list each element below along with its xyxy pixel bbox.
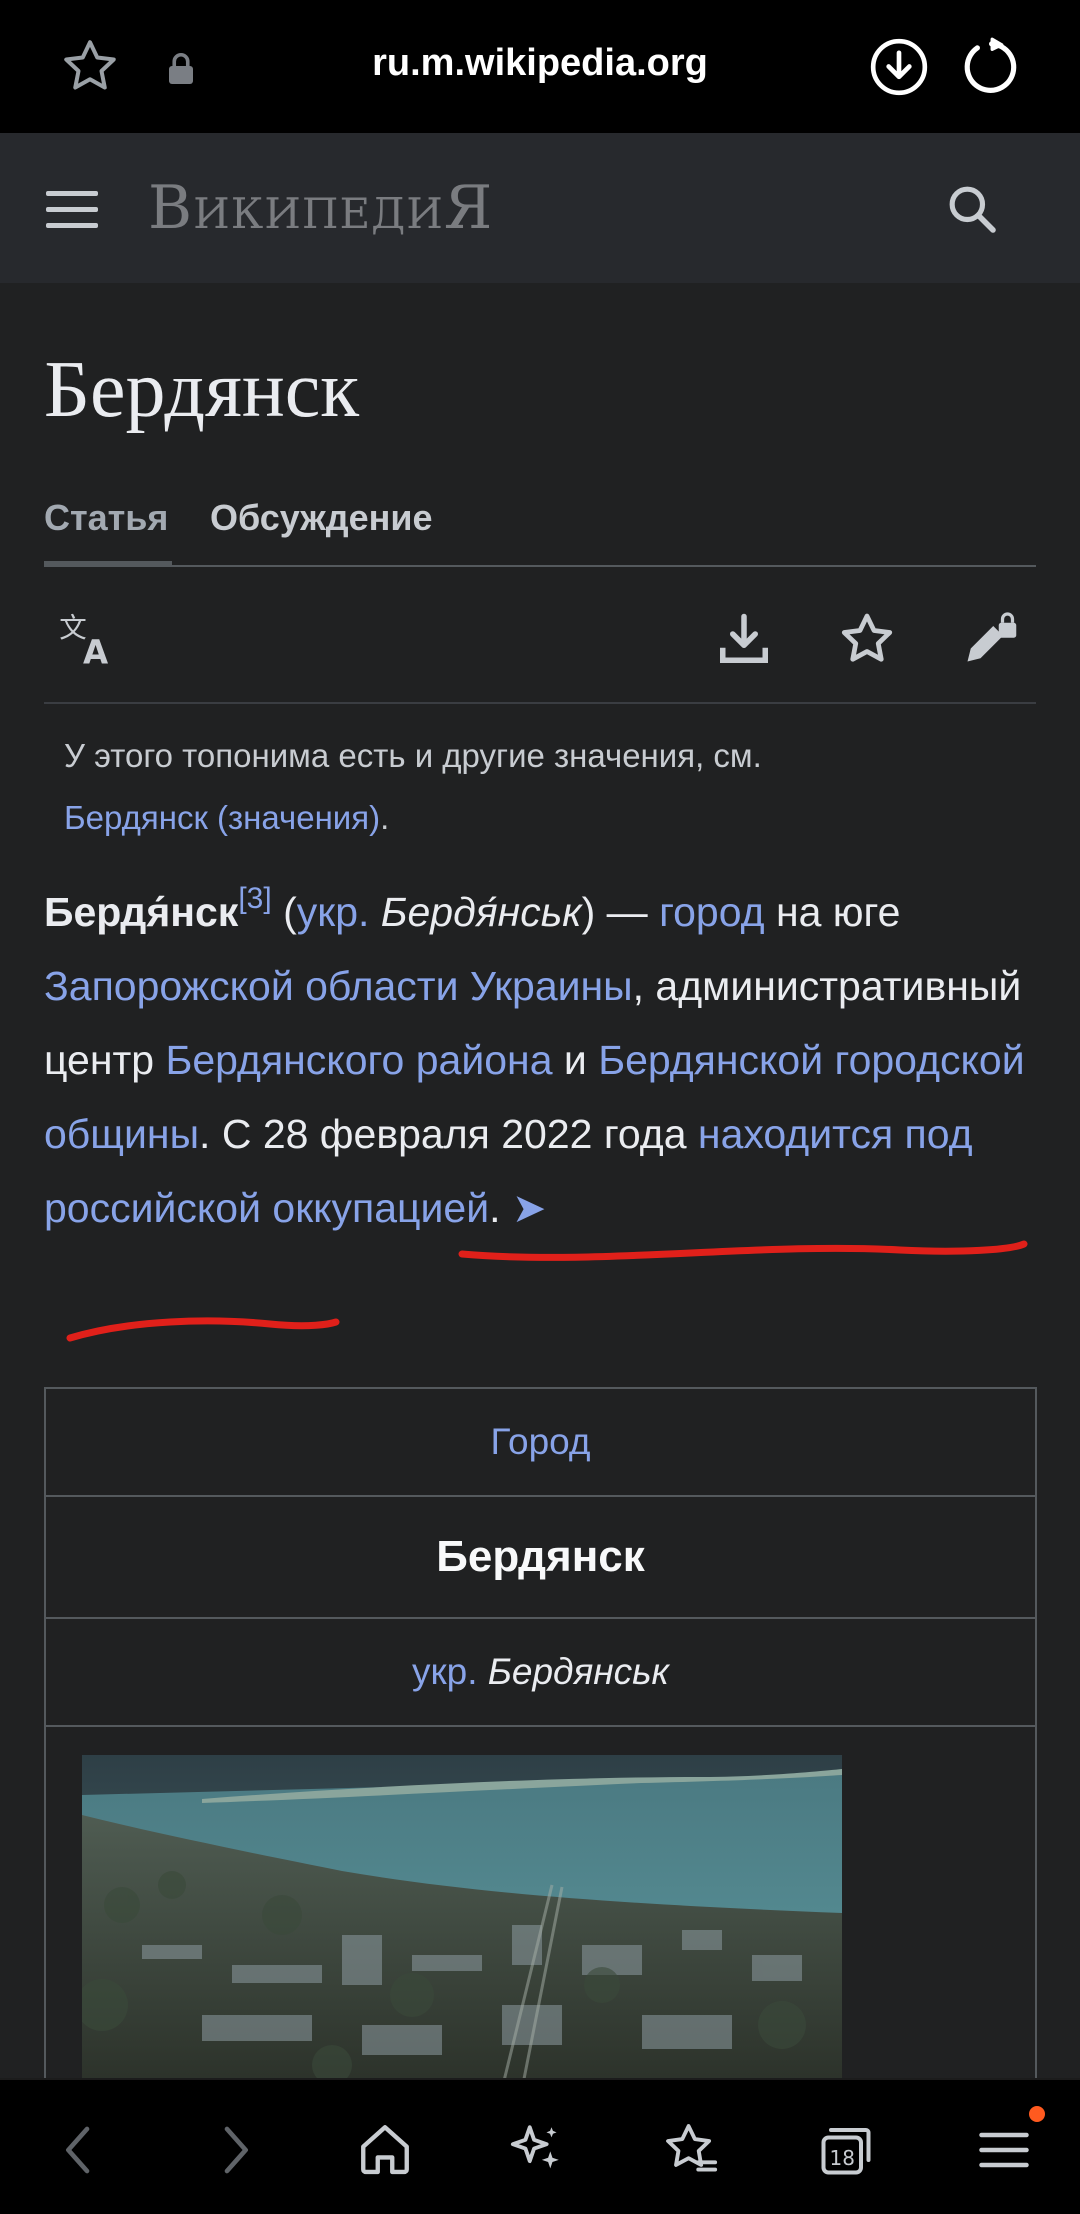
ukrainian-name: Бердя́нськ	[369, 889, 582, 935]
hatnote-text: У этого топонима есть и другие значения,…	[64, 737, 762, 774]
reference-link[interactable]: [3]	[238, 882, 271, 915]
city-link[interactable]: город	[659, 889, 764, 935]
red-underline-annotation	[66, 1240, 1028, 1342]
tabs-icon[interactable]: 18	[816, 2120, 876, 2185]
lead-paragraph: Бердя́нск[3] (укр. Бердя́нськ) — город н…	[44, 875, 1044, 1245]
infobox: Город Бердянск укр. Бердянськ	[44, 1387, 1037, 2089]
infobox-ukr-link[interactable]: укр.	[412, 1651, 478, 1692]
forward-icon[interactable]	[206, 2120, 262, 2185]
menu-more-icon[interactable]	[974, 2120, 1034, 2185]
wiki-header: ВикипедиЯ	[0, 133, 1080, 283]
browser-bottom-nav: 18	[0, 2078, 1080, 2214]
bookmarks-icon[interactable]	[662, 2120, 720, 2183]
home-icon[interactable]	[356, 2120, 414, 2183]
svg-text:A: A	[83, 633, 108, 667]
language-icon[interactable]: 文 A	[58, 607, 118, 672]
page-actions-toolbar: 文 A	[44, 567, 1036, 704]
browser-address-bar: ru.m.wikipedia.org	[0, 0, 1080, 133]
hatnote: У этого топонима есть и другие значения,…	[64, 725, 762, 849]
infobox-native-name-row: укр. Бердянськ	[46, 1619, 1035, 1727]
edit-lock-icon[interactable]	[960, 609, 1020, 674]
ai-sparkle-icon[interactable]	[508, 2120, 566, 2183]
back-icon[interactable]	[52, 2120, 108, 2185]
tab-active-indicator	[44, 561, 172, 565]
tab-talk[interactable]: Обсуждение	[210, 497, 433, 539]
disambiguation-link[interactable]: Бердянск (значения)	[64, 799, 380, 836]
infobox-title: Бердянск	[46, 1497, 1035, 1619]
oblast-link[interactable]: Запорожской области Украины	[44, 963, 633, 1009]
infobox-type-link[interactable]: Город	[490, 1421, 590, 1462]
infobox-type-row: Город	[46, 1389, 1035, 1497]
lead-text: на юге	[764, 889, 901, 935]
download-icon[interactable]	[868, 36, 930, 103]
notification-dot	[1029, 2106, 1045, 2122]
infobox-native-name: Бердянськ	[477, 1651, 670, 1692]
lead-text: ) —	[581, 889, 660, 935]
article-subject: Бердя́нск	[44, 889, 239, 935]
menu-icon[interactable]	[44, 187, 100, 238]
wikipedia-logo[interactable]: ВикипедиЯ	[148, 173, 493, 243]
download-page-icon[interactable]	[714, 609, 774, 674]
lead-text: и	[552, 1037, 599, 1083]
reload-icon[interactable]	[958, 36, 1020, 103]
page-tabs: Статья Обсуждение	[44, 490, 1036, 567]
tab-count: 18	[830, 2146, 855, 2170]
search-icon[interactable]	[944, 181, 1000, 242]
city-aerial-photo[interactable]	[82, 1755, 842, 2089]
lead-text: (	[271, 889, 297, 935]
hatnote-period: .	[380, 799, 390, 836]
raion-link[interactable]: Бердянского района	[165, 1037, 552, 1083]
tab-article[interactable]: Статья	[44, 497, 168, 539]
page-title: Бердянск	[44, 346, 360, 434]
lead-text: . С 28 февраля 2022 года	[199, 1111, 698, 1157]
watch-star-icon[interactable]	[837, 609, 897, 674]
ukr-abbr-link[interactable]: укр.	[297, 889, 370, 935]
